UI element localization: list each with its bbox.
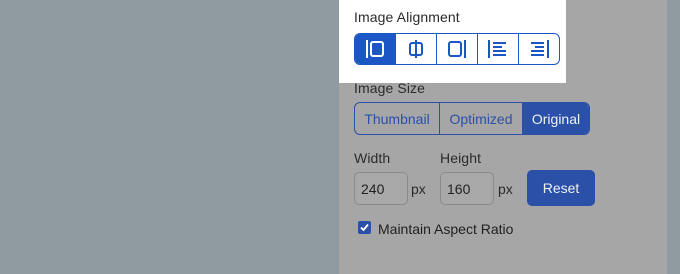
image-size-label: Image Size bbox=[354, 80, 426, 96]
overlay-edge bbox=[667, 0, 680, 274]
image-alignment-label: Image Alignment bbox=[354, 9, 460, 25]
align-left-icon bbox=[366, 40, 384, 58]
size-original-button[interactable]: Original bbox=[523, 103, 589, 134]
size-thumbnail-button[interactable]: Thumbnail bbox=[355, 103, 440, 134]
height-unit: px bbox=[498, 181, 513, 197]
align-right-button[interactable] bbox=[437, 34, 478, 64]
reset-button[interactable]: Reset bbox=[527, 170, 595, 206]
float-right-icon bbox=[531, 40, 549, 58]
float-right-button[interactable] bbox=[519, 34, 559, 64]
float-left-button[interactable] bbox=[478, 34, 519, 64]
width-unit: px bbox=[411, 181, 426, 197]
align-left-button[interactable] bbox=[355, 34, 396, 64]
width-input[interactable]: 240 bbox=[354, 172, 408, 205]
size-optimized-button[interactable]: Optimized bbox=[440, 103, 523, 134]
align-center-icon bbox=[409, 40, 423, 58]
aspect-ratio-checkbox[interactable] bbox=[358, 221, 371, 234]
align-right-icon bbox=[448, 40, 466, 58]
align-center-button[interactable] bbox=[396, 34, 437, 64]
size-button-group: Thumbnail Optimized Original bbox=[354, 102, 590, 135]
checkmark-icon bbox=[360, 223, 369, 232]
float-left-icon bbox=[488, 40, 506, 58]
aspect-ratio-label: Maintain Aspect Ratio bbox=[378, 221, 514, 237]
height-input[interactable]: 160 bbox=[440, 172, 494, 205]
alignment-button-group bbox=[354, 33, 560, 65]
width-label: Width bbox=[354, 150, 391, 166]
height-label: Height bbox=[440, 150, 482, 166]
